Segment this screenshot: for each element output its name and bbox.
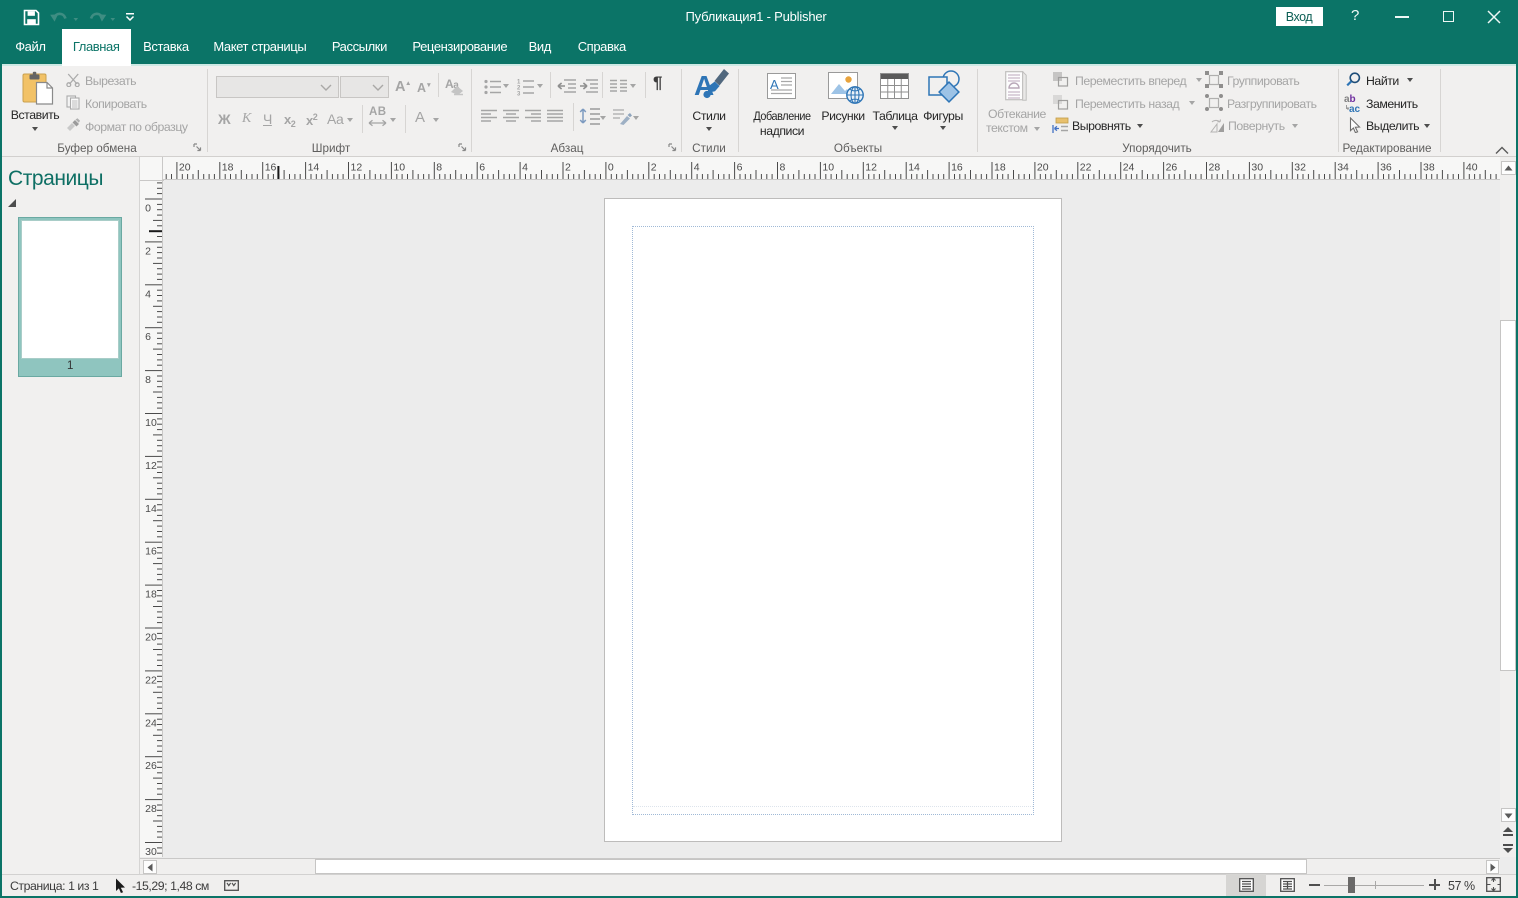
- svg-text:12: 12: [145, 460, 157, 472]
- svg-text:36: 36: [1380, 162, 1392, 174]
- svg-text:14: 14: [145, 503, 157, 515]
- svg-text:2: 2: [651, 162, 657, 174]
- svg-text:24: 24: [1123, 162, 1135, 174]
- svg-text:40: 40: [1466, 162, 1478, 174]
- svg-text:6: 6: [145, 331, 151, 343]
- svg-text:8: 8: [145, 374, 151, 386]
- svg-text:24: 24: [145, 717, 157, 729]
- svg-text:32: 32: [1294, 162, 1306, 174]
- svg-text:22: 22: [1080, 162, 1092, 174]
- svg-text:12: 12: [865, 162, 877, 174]
- svg-text:6: 6: [479, 162, 485, 174]
- svg-text:28: 28: [1209, 162, 1221, 174]
- svg-text:18: 18: [222, 162, 234, 174]
- svg-text:18: 18: [145, 589, 157, 601]
- svg-text:26: 26: [145, 760, 157, 772]
- svg-text:12: 12: [351, 162, 363, 174]
- svg-text:16: 16: [265, 162, 277, 174]
- svg-text:4: 4: [522, 162, 528, 174]
- svg-text:26: 26: [1166, 162, 1178, 174]
- svg-text:4: 4: [694, 162, 700, 174]
- svg-text:20: 20: [1037, 162, 1049, 174]
- svg-text:14: 14: [908, 162, 920, 174]
- svg-text:0: 0: [608, 162, 614, 174]
- svg-text:30: 30: [1251, 162, 1263, 174]
- svg-text:4: 4: [145, 288, 151, 300]
- svg-text:0: 0: [145, 203, 151, 215]
- svg-text:6: 6: [737, 162, 743, 174]
- svg-text:3: 3: [517, 92, 521, 97]
- svg-text:2: 2: [565, 162, 571, 174]
- svg-text:2: 2: [145, 245, 151, 257]
- svg-text:16: 16: [145, 546, 157, 558]
- svg-text:18: 18: [994, 162, 1006, 174]
- svg-text:20: 20: [145, 632, 157, 644]
- svg-text:8: 8: [780, 162, 786, 174]
- svg-text:20: 20: [179, 162, 191, 174]
- svg-text:22: 22: [145, 674, 157, 686]
- svg-text:34: 34: [1337, 162, 1349, 174]
- svg-text:10: 10: [393, 162, 405, 174]
- svg-text:38: 38: [1423, 162, 1435, 174]
- svg-text:16: 16: [951, 162, 963, 174]
- svg-text:14: 14: [308, 162, 320, 174]
- svg-text:8: 8: [436, 162, 442, 174]
- svg-text:10: 10: [822, 162, 834, 174]
- svg-text:28: 28: [145, 803, 157, 815]
- svg-text:ac: ac: [1349, 104, 1361, 113]
- svg-text:10: 10: [145, 417, 157, 429]
- svg-text:30: 30: [145, 846, 157, 856]
